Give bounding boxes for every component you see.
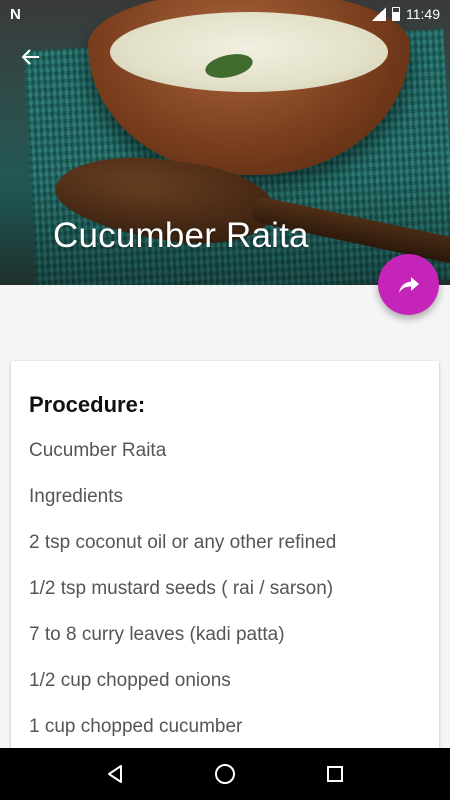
- circle-home-icon: [215, 764, 235, 784]
- procedure-line: 1/2 cup chopped onions: [29, 670, 231, 691]
- procedure-line: Ingredients: [29, 486, 124, 507]
- status-bar: N 11:49: [0, 0, 450, 28]
- status-time: 11:49: [406, 6, 440, 22]
- procedure-line: 2 tsp coconut oil or any other refined: [29, 532, 337, 553]
- page-title: Cucumber Raita: [53, 216, 309, 255]
- square-recents-icon: [327, 766, 343, 782]
- procedure-line: 1 cup chopped cucumber: [29, 716, 243, 737]
- procedure-line: 1/2 tsp mustard seeds ( rai / sarson): [29, 578, 334, 599]
- procedure-line: 7 to 8 curry leaves (kadi patta): [29, 624, 285, 645]
- nav-home-button[interactable]: [205, 754, 245, 794]
- system-nav-bar: [0, 748, 450, 800]
- triangle-back-icon: [108, 765, 122, 783]
- nav-back-button[interactable]: [95, 754, 135, 794]
- arrow-left-icon: [21, 49, 39, 65]
- share-icon: [398, 276, 419, 293]
- back-button[interactable]: [14, 40, 48, 74]
- procedure-line: Cucumber Raita: [29, 440, 167, 461]
- share-button[interactable]: [378, 254, 439, 315]
- screen: N 11:49 Cucumber Raita Procedure: Cucumb…: [0, 0, 450, 800]
- card-heading: Procedure:: [29, 392, 146, 417]
- signal-icon: [372, 7, 386, 21]
- nav-recents-button[interactable]: [315, 754, 355, 794]
- procedure-card: Procedure: Cucumber Raita Ingredients 2 …: [11, 361, 439, 761]
- n-notification-icon: N: [10, 5, 21, 23]
- battery-icon: [392, 7, 400, 21]
